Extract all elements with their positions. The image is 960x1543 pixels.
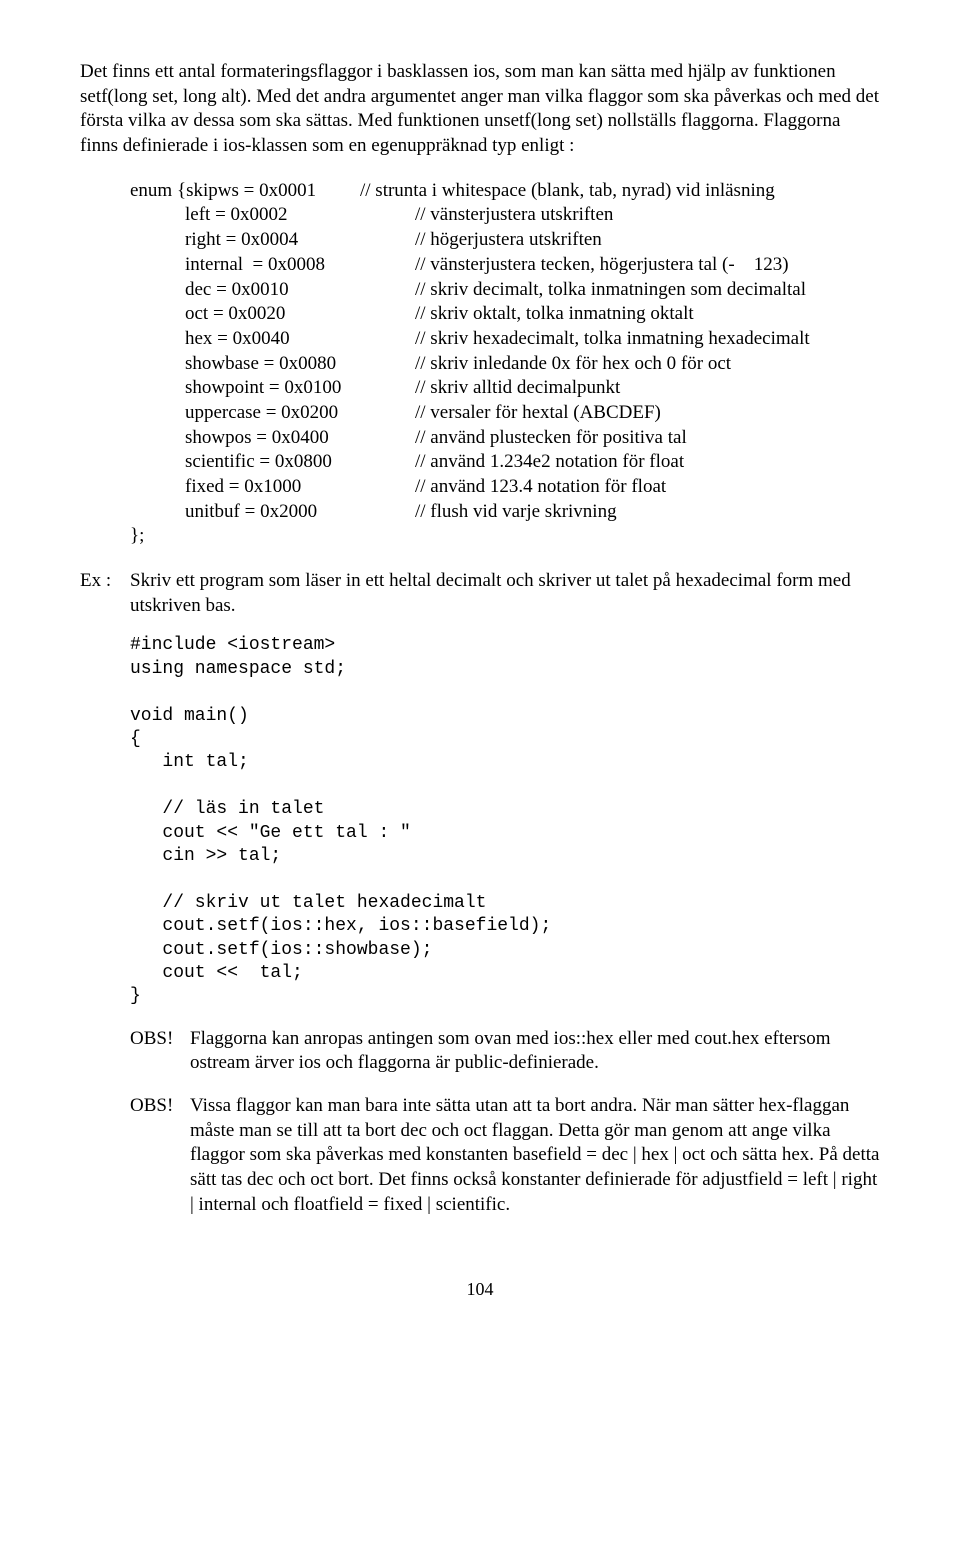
enum-row: left = 0x0002// vänsterjustera utskrifte… bbox=[130, 203, 880, 228]
enum-name: showpos = 0x0400 bbox=[130, 426, 415, 451]
enum-comment: // använd plustecken för positiva tal bbox=[415, 426, 687, 451]
enum-row: dec = 0x0010// skriv decimalt, tolka inm… bbox=[130, 278, 880, 303]
enum-row: showpoint = 0x0100// skriv alltid decima… bbox=[130, 376, 880, 401]
enum-name: dec = 0x0010 bbox=[130, 278, 415, 303]
enum-name: internal = 0x0008 bbox=[130, 253, 415, 278]
enum-row: internal = 0x0008// vänsterjustera tecke… bbox=[130, 253, 880, 278]
enum-open: enum {skipws = 0x0001 bbox=[130, 179, 360, 204]
enum-row: scientific = 0x0800// använd 1.234e2 not… bbox=[130, 450, 880, 475]
obs-text: Vissa flaggor kan man bara inte sätta ut… bbox=[190, 1094, 880, 1217]
enum-row: uppercase = 0x0200// versaler för hextal… bbox=[130, 401, 880, 426]
enum-comment: // versaler för hextal (ABCDEF) bbox=[415, 401, 661, 426]
enum-name: hex = 0x0040 bbox=[130, 327, 415, 352]
obs-1: OBS! Flaggorna kan anropas antingen som … bbox=[130, 1027, 880, 1076]
enum-row: right = 0x0004// högerjustera utskriften bbox=[130, 228, 880, 253]
enum-row: showbase = 0x0080// skriv inledande 0x f… bbox=[130, 352, 880, 377]
enum-comment: // skriv decimalt, tolka inmatningen som… bbox=[415, 278, 806, 303]
enum-comment: // skriv oktalt, tolka inmatning oktalt bbox=[415, 302, 694, 327]
enum-comment: // skriv alltid decimalpunkt bbox=[415, 376, 620, 401]
enum-name: unitbuf = 0x2000 bbox=[130, 500, 415, 525]
enum-open-comment: // strunta i whitespace (blank, tab, nyr… bbox=[360, 179, 775, 204]
enum-row: oct = 0x0020// skriv oktalt, tolka inmat… bbox=[130, 302, 880, 327]
enum-comment: // vänsterjustera utskriften bbox=[415, 203, 613, 228]
enum-comment: // använd 1.234e2 notation för float bbox=[415, 450, 684, 475]
intro-paragraph: Det finns ett antal formateringsflaggor … bbox=[80, 60, 880, 159]
enum-name: fixed = 0x1000 bbox=[130, 475, 415, 500]
obs-2: OBS! Vissa flaggor kan man bara inte sät… bbox=[130, 1094, 880, 1217]
enum-comment: // vänsterjustera tecken, högerjustera t… bbox=[415, 253, 789, 278]
enum-name: showpoint = 0x0100 bbox=[130, 376, 415, 401]
obs-text: Flaggorna kan anropas antingen som ovan … bbox=[190, 1027, 880, 1076]
enum-comment: // skriv inledande 0x för hex och 0 för … bbox=[415, 352, 731, 377]
enum-name: left = 0x0002 bbox=[130, 203, 415, 228]
enum-comment: // skriv hexadecimalt, tolka inmatning h… bbox=[415, 327, 810, 352]
enum-name: uppercase = 0x0200 bbox=[130, 401, 415, 426]
enum-row: fixed = 0x1000// använd 123.4 notation f… bbox=[130, 475, 880, 500]
obs-label: OBS! bbox=[130, 1027, 190, 1076]
page-number: 104 bbox=[80, 1278, 880, 1301]
enum-name: oct = 0x0020 bbox=[130, 302, 415, 327]
enum-block: enum {skipws = 0x0001 // strunta i white… bbox=[130, 179, 880, 549]
enum-close: }; bbox=[130, 524, 144, 549]
enum-row: unitbuf = 0x2000// flush vid varje skriv… bbox=[130, 500, 880, 525]
example-label: Ex : bbox=[80, 569, 130, 618]
enum-comment: // använd 123.4 notation för float bbox=[415, 475, 666, 500]
enum-row: hex = 0x0040// skriv hexadecimalt, tolka… bbox=[130, 327, 880, 352]
enum-comment: // flush vid varje skrivning bbox=[415, 500, 617, 525]
enum-row: showpos = 0x0400// använd plustecken för… bbox=[130, 426, 880, 451]
obs-label: OBS! bbox=[130, 1094, 190, 1217]
code-block: #include <iostream> using namespace std;… bbox=[130, 634, 880, 1008]
enum-name: right = 0x0004 bbox=[130, 228, 415, 253]
enum-name: scientific = 0x0800 bbox=[130, 450, 415, 475]
example-text: Skriv ett program som läser in ett helta… bbox=[130, 569, 880, 618]
enum-comment: // högerjustera utskriften bbox=[415, 228, 602, 253]
enum-name: showbase = 0x0080 bbox=[130, 352, 415, 377]
example-row: Ex : Skriv ett program som läser in ett … bbox=[80, 569, 880, 618]
